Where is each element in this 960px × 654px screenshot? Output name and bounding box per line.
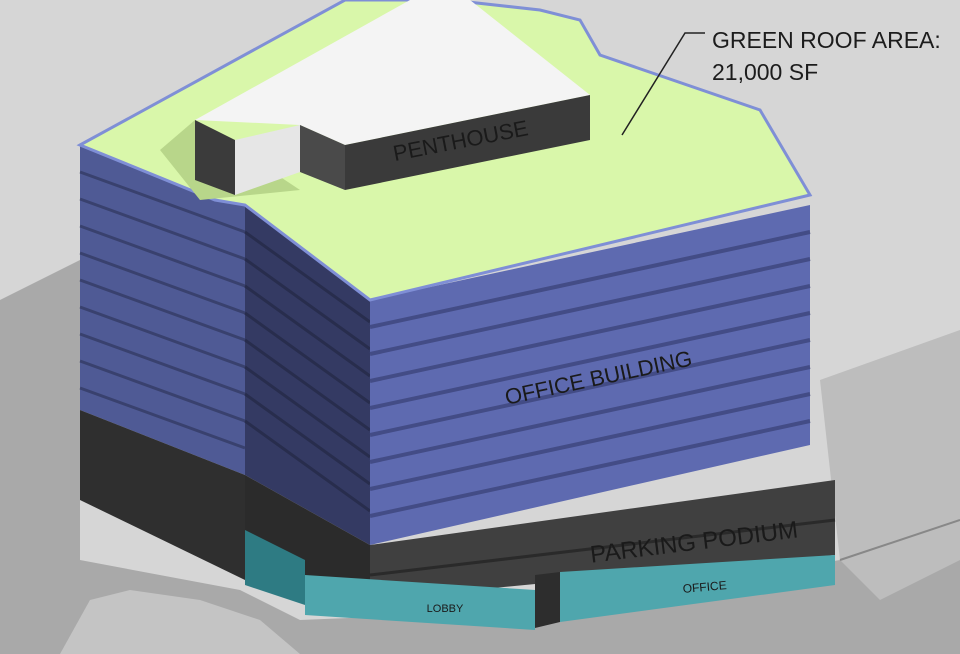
- green-roof-callout: GREEN ROOF AREA: 21,000 SF: [712, 24, 952, 88]
- ground-floor-column: [535, 572, 560, 628]
- callout-area: 21,000 SF: [712, 59, 819, 85]
- callout-title: GREEN ROOF AREA:: [712, 27, 941, 53]
- building-massing-diagram: OFFICE BUILDING PARKING PODIUM LOBBY OFF…: [0, 0, 960, 654]
- lobby-label: LOBBY: [427, 603, 464, 615]
